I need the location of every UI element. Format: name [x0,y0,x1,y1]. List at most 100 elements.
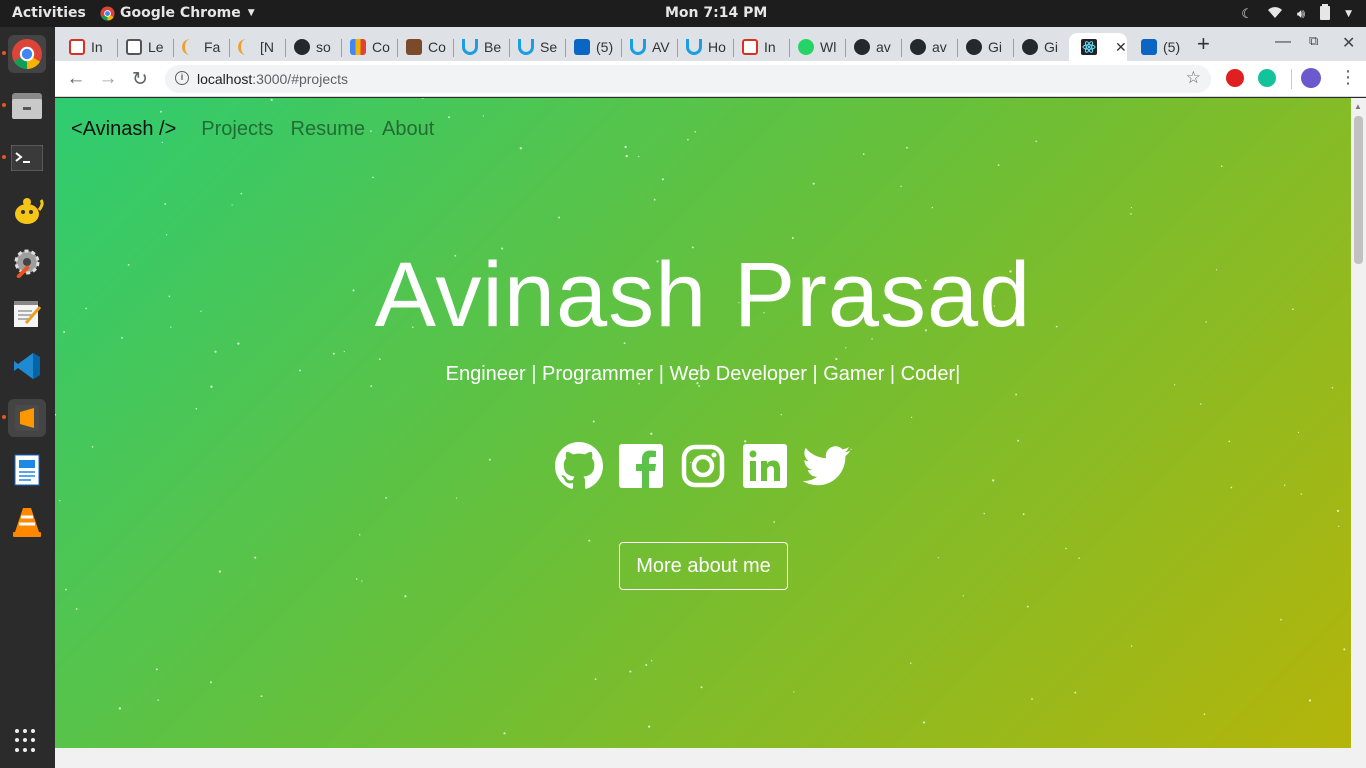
particle-dot [1130,645,1133,647]
more-about-me-button[interactable]: More about me [619,542,788,590]
tab[interactable]: (5) [560,33,616,61]
close-icon[interactable]: ✕ [1115,39,1127,56]
nav-link-resume[interactable]: Resume [291,118,365,141]
activities-button[interactable]: Activities [12,5,86,21]
particle-dot [793,691,795,693]
particle-dot [638,155,640,158]
system-tray[interactable]: ☾ 🔊︎ ▼ [1241,4,1352,24]
clock[interactable]: Mon 7:14 PM [665,5,767,21]
sublime-icon[interactable] [8,399,46,437]
running-indicator [2,155,6,159]
file-manager-icon[interactable] [8,87,46,125]
particle-dot [650,432,653,435]
particle-dot [1308,699,1312,702]
settings-icon[interactable] [8,243,46,281]
vscode-icon[interactable] [8,347,46,385]
facebook-icon[interactable] [617,442,665,490]
address-bar[interactable]: i localhost:3000/#projects ☆ [165,65,1211,93]
particle-dot [231,204,233,206]
tab[interactable]: Fa [168,33,224,61]
particle-dot [624,145,627,149]
tab[interactable]: av [896,33,952,61]
particle-dot [1074,691,1077,694]
particle-dot [164,203,167,205]
particle-dot [161,141,164,144]
site-navbar: <Avinash /> Projects Resume About [71,118,451,141]
particle-dot [214,350,217,353]
tab[interactable]: Wl [784,33,840,61]
gfg-icon [238,39,254,55]
particle-dot [1022,513,1025,516]
adblock-extension-icon[interactable] [1226,69,1244,87]
site-info-icon[interactable]: i [175,71,189,85]
particle-dot [835,358,838,361]
tab[interactable]: [N [224,33,280,61]
particle-dot [1015,393,1018,396]
grammarly-extension-icon[interactable] [1258,69,1276,87]
tab[interactable]: Be [448,33,504,61]
particle-dot [1220,165,1223,168]
chrome-icon[interactable] [8,35,46,73]
nav-link-projects[interactable]: Projects [201,118,273,141]
react-icon [1081,39,1097,55]
particle-dot [812,182,815,185]
particle-dot [1065,547,1067,550]
wifi-icon [1267,5,1283,23]
tab[interactable]: av [840,33,896,61]
tab-active[interactable]: ✕ [1069,33,1127,61]
scroll-up-icon[interactable]: ▲ [1354,102,1362,111]
particle-dot [195,407,198,410]
restore-icon[interactable]: ⧉ [1309,33,1318,49]
particle-dot [209,681,212,684]
writer-icon[interactable] [8,451,46,489]
vlc-icon[interactable] [8,503,46,541]
new-tab-icon[interactable]: + [1197,31,1210,57]
tab[interactable]: (5) [1127,33,1187,61]
app-menu[interactable]: Google Chrome ▼ [100,5,255,21]
tab[interactable]: Co [336,33,392,61]
tab[interactable]: so [280,33,336,61]
menu-kebab-icon[interactable]: ⋮ [1339,67,1357,88]
show-applications-icon[interactable] [15,729,39,753]
particle-dot [647,725,651,728]
gmail-icon [742,39,758,55]
site-brand[interactable]: <Avinash /> [71,118,176,141]
avatar[interactable] [1301,68,1321,88]
bookmark-star-icon[interactable]: ☆ [1186,68,1201,88]
nav-link-about[interactable]: About [382,118,434,141]
vertical-scrollbar[interactable]: ▲ [1351,98,1366,748]
tab[interactable]: Co [392,33,448,61]
particle-dot [75,608,78,610]
tab[interactable]: In [728,33,784,61]
horizontal-scrollbar[interactable] [55,748,1366,768]
hero-name: Avinash Prasad [374,244,1032,346]
particle-dot [1026,605,1029,608]
reload-icon[interactable]: ↻ [127,66,153,92]
instagram-icon[interactable] [679,442,727,490]
browser-toolbar: ← → ↻ i localhost:3000/#projects ☆ ⋮ [55,61,1366,97]
close-window-icon[interactable]: ✕ [1342,33,1355,53]
scrollbar-thumb[interactable] [1354,116,1363,264]
particle-dot [700,686,703,689]
back-icon[interactable]: ← [63,66,89,92]
forward-icon[interactable]: → [95,66,121,92]
github-icon[interactable] [555,442,603,490]
minimize-icon[interactable]: — [1275,33,1291,51]
tab[interactable]: Gi [1008,33,1064,61]
teapot-icon[interactable] [8,191,46,229]
particle-dot [160,110,162,113]
tab[interactable]: Se [504,33,560,61]
github-icon [966,39,982,55]
particle-dot [1336,509,1340,512]
tab[interactable]: AV [616,33,672,61]
tab[interactable]: Gi [952,33,1008,61]
tab[interactable]: Ho [672,33,728,61]
text-editor-icon[interactable] [8,295,46,333]
terminal-icon[interactable] [8,139,46,177]
tab[interactable]: In [55,33,111,61]
linkedin-icon[interactable] [741,442,789,490]
tab[interactable]: Le [112,33,168,61]
twitter-icon[interactable] [803,442,851,490]
particle-dot [1200,403,1202,405]
particle-dot [1297,431,1300,434]
